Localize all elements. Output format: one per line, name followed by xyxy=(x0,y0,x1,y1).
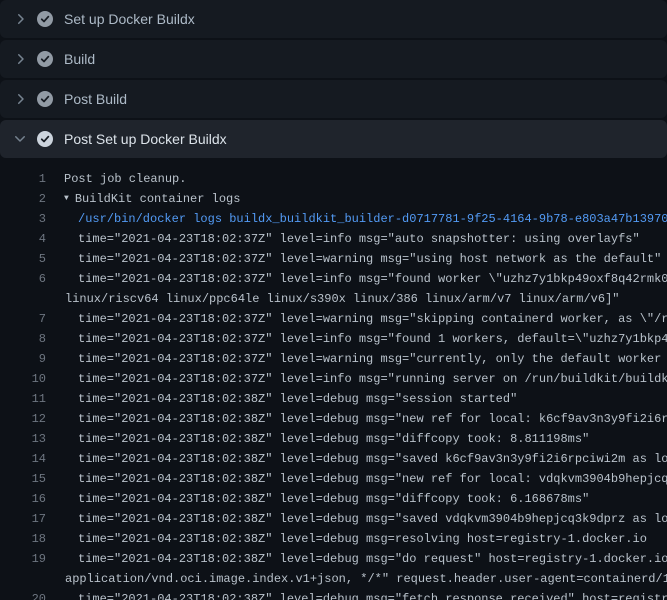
log-text: linux/riscv64 linux/ppc64le linux/s390x … xyxy=(65,289,620,309)
line-number[interactable]: 16 xyxy=(0,489,46,509)
log-text: application/vnd.oci.image.index.v1+json,… xyxy=(65,569,667,589)
log-row: 18 time="2021-04-23T18:02:38Z" level=debu… xyxy=(0,529,667,549)
line-number[interactable]: 3 xyxy=(0,209,46,229)
triangle-down-icon: ▼ xyxy=(64,189,69,209)
log-row: 14 time="2021-04-23T18:02:38Z" level=debu… xyxy=(0,449,667,469)
log-text: time="2021-04-23T18:02:37Z" level=info m… xyxy=(78,269,667,289)
log-row: 13 time="2021-04-23T18:02:38Z" level=debu… xyxy=(0,429,667,449)
step-label: Set up Docker Buildx xyxy=(64,11,195,27)
log-row: 6 time="2021-04-23T18:02:37Z" level=info … xyxy=(0,269,667,289)
log-text: time="2021-04-23T18:02:38Z" level=debug … xyxy=(78,429,589,449)
check-circle-icon xyxy=(37,11,53,27)
chevron-right-icon xyxy=(12,51,28,67)
line-number[interactable]: 13 xyxy=(0,429,46,449)
log-row: linux/riscv64 linux/ppc64le linux/s390x … xyxy=(0,289,667,309)
log-row: 3/usr/bin/docker logs buildx_buildkit_bu… xyxy=(0,209,667,229)
step-row[interactable]: Set up Docker Buildx xyxy=(0,0,667,38)
log-row: 1 Post job cleanup. xyxy=(0,169,667,189)
log-text: time="2021-04-23T18:02:37Z" level=info m… xyxy=(78,369,667,389)
workflow-log-panel: Set up Docker Buildx Build Post Build Post … xyxy=(0,0,667,600)
log-row: 12 time="2021-04-23T18:02:38Z" level=debu… xyxy=(0,409,667,429)
line-number[interactable]: 4 xyxy=(0,229,46,249)
line-number[interactable]: 15 xyxy=(0,469,46,489)
line-number[interactable]: 18 xyxy=(0,529,46,549)
log-text: time="2021-04-23T18:02:38Z" level=debug … xyxy=(78,449,667,469)
log-row: 19 time="2021-04-23T18:02:38Z" level=debu… xyxy=(0,549,667,569)
line-number[interactable]: 10 xyxy=(0,369,46,389)
log-text: time="2021-04-23T18:02:38Z" level=debug … xyxy=(78,469,667,489)
chevron-right-icon xyxy=(12,91,28,107)
check-circle-icon xyxy=(37,91,53,107)
log-text: time="2021-04-23T18:02:38Z" level=debug … xyxy=(78,509,667,529)
check-circle-icon xyxy=(37,131,53,147)
log-text: time="2021-04-23T18:02:37Z" level=info m… xyxy=(78,329,667,349)
log-row: 16 time="2021-04-23T18:02:38Z" level=debu… xyxy=(0,489,667,509)
log-viewer: 1 Post job cleanup. 2 ▼ BuildKit container l… xyxy=(0,160,667,600)
log-text: time="2021-04-23T18:02:38Z" level=debug … xyxy=(78,409,667,429)
line-number[interactable]: 6 xyxy=(0,269,46,289)
line-number[interactable]: 1 xyxy=(0,169,46,189)
line-number[interactable]: 17 xyxy=(0,509,46,529)
line-number[interactable]: 11 xyxy=(0,389,46,409)
log-text: time="2021-04-23T18:02:37Z" level=warnin… xyxy=(78,249,661,269)
step-label: Post Build xyxy=(64,91,127,107)
log-text: time="2021-04-23T18:02:38Z" level=debug … xyxy=(78,589,667,600)
log-row: 20 time="2021-04-23T18:02:38Z" level=debu… xyxy=(0,589,667,600)
log-text: /usr/bin/docker logs buildx_buildkit_bui… xyxy=(78,209,667,229)
step-label: Post Set up Docker Buildx xyxy=(64,131,227,147)
log-row: 11 time="2021-04-23T18:02:38Z" level=debu… xyxy=(0,389,667,409)
log-row: 2 ▼ BuildKit container logs xyxy=(0,189,667,209)
check-circle-icon xyxy=(37,51,53,67)
log-text: BuildKit container logs xyxy=(75,192,241,206)
log-text: time="2021-04-23T18:02:37Z" level=info m… xyxy=(78,229,640,249)
log-row: 8 time="2021-04-23T18:02:37Z" level=info … xyxy=(0,329,667,349)
line-number[interactable] xyxy=(0,569,46,589)
step-row[interactable]: Post Set up Docker Buildx xyxy=(0,120,667,158)
log-group-header[interactable]: ▼ BuildKit container logs xyxy=(64,189,240,209)
step-label: Build xyxy=(64,51,95,67)
step-row[interactable]: Build xyxy=(0,40,667,78)
line-number[interactable]: 2 xyxy=(0,189,46,209)
log-text: time="2021-04-23T18:02:38Z" level=debug … xyxy=(78,389,517,409)
line-number[interactable]: 5 xyxy=(0,249,46,269)
steps-list: Set up Docker Buildx Build Post Build Post … xyxy=(0,0,667,158)
line-number[interactable]: 8 xyxy=(0,329,46,349)
log-row: 7 time="2021-04-23T18:02:37Z" level=warni… xyxy=(0,309,667,329)
line-number[interactable]: 14 xyxy=(0,449,46,469)
line-number[interactable]: 9 xyxy=(0,349,46,369)
log-row: 15 time="2021-04-23T18:02:38Z" level=debu… xyxy=(0,469,667,489)
line-number[interactable]: 19 xyxy=(0,549,46,569)
log-text: time="2021-04-23T18:02:38Z" level=debug … xyxy=(78,529,647,549)
log-text: Post job cleanup. xyxy=(64,169,186,189)
line-number[interactable] xyxy=(0,289,46,309)
log-row: 17 time="2021-04-23T18:02:38Z" level=debu… xyxy=(0,509,667,529)
log-text: time="2021-04-23T18:02:37Z" level=warnin… xyxy=(78,349,667,369)
step-row[interactable]: Post Build xyxy=(0,80,667,118)
log-row: 10 time="2021-04-23T18:02:37Z" level=info… xyxy=(0,369,667,389)
log-row: 5 time="2021-04-23T18:02:37Z" level=warni… xyxy=(0,249,667,269)
chevron-right-icon xyxy=(12,11,28,27)
log-text: time="2021-04-23T18:02:38Z" level=debug … xyxy=(78,489,589,509)
line-number[interactable]: 20 xyxy=(0,589,46,600)
log-row: application/vnd.oci.image.index.v1+json,… xyxy=(0,569,667,589)
chevron-down-icon xyxy=(12,131,28,147)
line-number[interactable]: 12 xyxy=(0,409,46,429)
log-text: time="2021-04-23T18:02:37Z" level=warnin… xyxy=(78,309,667,329)
log-text: time="2021-04-23T18:02:38Z" level=debug … xyxy=(78,549,667,569)
log-row: 4 time="2021-04-23T18:02:37Z" level=info … xyxy=(0,229,667,249)
line-number[interactable]: 7 xyxy=(0,309,46,329)
log-row: 9 time="2021-04-23T18:02:37Z" level=warni… xyxy=(0,349,667,369)
